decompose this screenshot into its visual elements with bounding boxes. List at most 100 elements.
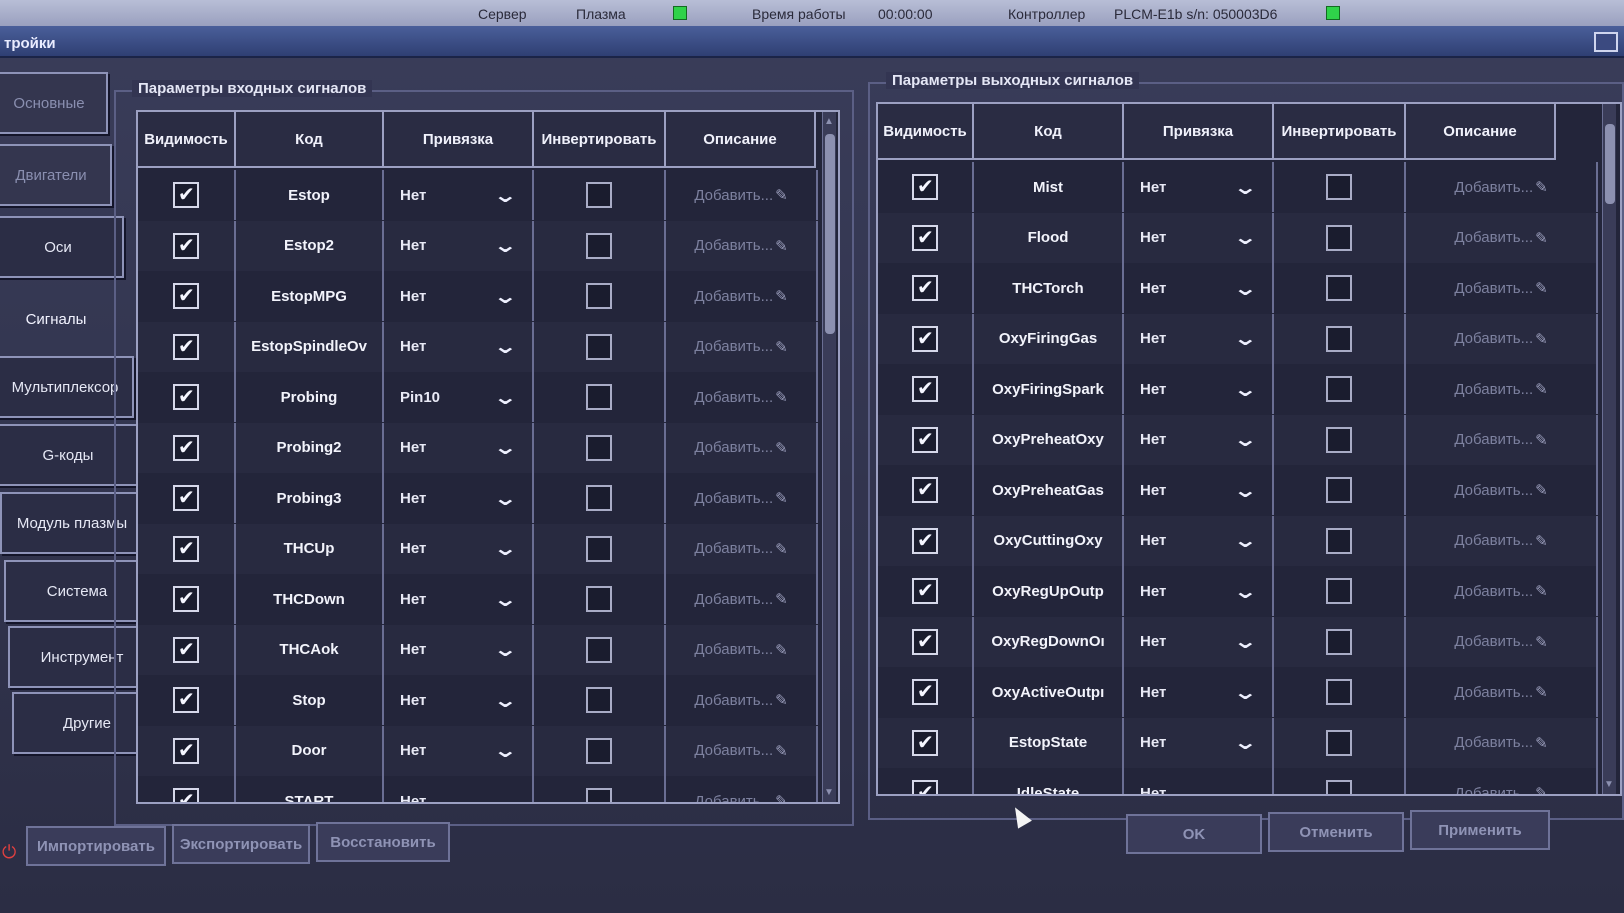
invert-checkbox[interactable] xyxy=(1326,780,1352,794)
pencil-icon[interactable]: ✎ xyxy=(1535,330,1548,348)
pencil-icon[interactable]: ✎ xyxy=(775,742,788,760)
cancel-button[interactable]: Отменить xyxy=(1268,812,1404,852)
binding-dropdown[interactable]: Нет ⌄ xyxy=(384,574,534,624)
description-cell[interactable]: Добавить... ✎ xyxy=(666,675,818,725)
chevron-down-icon[interactable]: ⌄ xyxy=(1233,427,1258,452)
visibility-checkbox[interactable] xyxy=(912,780,938,794)
restore-button[interactable]: Восстановить xyxy=(316,822,450,862)
invert-checkbox[interactable] xyxy=(586,687,612,713)
description-cell[interactable]: Добавить... ✎ xyxy=(1406,263,1598,313)
nav-item-signals[interactable]: Сигналы xyxy=(0,288,118,350)
invert-checkbox[interactable] xyxy=(1326,527,1352,554)
nav-item-motors[interactable]: Двигатели xyxy=(0,144,112,206)
visibility-checkbox[interactable] xyxy=(173,535,199,562)
visibility-checkbox[interactable] xyxy=(912,275,938,301)
chevron-down-icon[interactable]: ⌄ xyxy=(493,233,518,258)
chevron-down-icon[interactable]: ⌄ xyxy=(493,334,518,359)
binding-dropdown[interactable]: Нет ⌄ xyxy=(384,473,534,523)
chevron-down-icon[interactable]: ⌄ xyxy=(1233,326,1258,351)
chevron-down-icon[interactable]: ⌄ xyxy=(1233,730,1258,755)
binding-dropdown[interactable]: Нет ⌄ xyxy=(1124,212,1274,263)
visibility-checkbox[interactable] xyxy=(912,628,938,655)
pencil-icon[interactable]: ✎ xyxy=(1535,178,1548,196)
description-cell[interactable]: Добавить... ✎ xyxy=(666,372,818,422)
visibility-checkbox[interactable] xyxy=(173,485,199,511)
chevron-down-icon[interactable]: ⌄ xyxy=(493,385,518,410)
export-button[interactable]: Экспортировать xyxy=(172,824,310,864)
invert-checkbox[interactable] xyxy=(586,434,612,461)
description-cell[interactable]: Добавить... ✎ xyxy=(666,574,818,624)
invert-checkbox[interactable] xyxy=(586,535,612,562)
chevron-down-icon[interactable]: ⌄ xyxy=(493,183,518,208)
nav-item-main[interactable]: Основные xyxy=(0,72,108,134)
pencil-icon[interactable]: ✎ xyxy=(775,338,788,356)
pencil-icon[interactable]: ✎ xyxy=(1535,481,1548,499)
visibility-checkbox[interactable] xyxy=(173,434,199,461)
chevron-down-icon[interactable]: ⌄ xyxy=(1233,528,1258,553)
description-cell[interactable]: Добавить... ✎ xyxy=(666,725,818,776)
binding-dropdown[interactable]: Нет ⌄ xyxy=(1124,768,1274,794)
invert-checkbox[interactable] xyxy=(586,182,612,208)
invert-checkbox[interactable] xyxy=(1326,477,1352,503)
binding-dropdown[interactable]: Нет ⌄ xyxy=(1124,414,1274,465)
import-button[interactable]: Импортировать xyxy=(26,826,166,866)
pencil-icon[interactable]: ✎ xyxy=(775,590,788,608)
visibility-checkbox[interactable] xyxy=(912,729,938,756)
binding-dropdown[interactable]: Нет ⌄ xyxy=(1124,263,1274,313)
invert-checkbox[interactable] xyxy=(586,586,612,612)
visibility-checkbox[interactable] xyxy=(912,224,938,251)
binding-dropdown[interactable]: Нет ⌄ xyxy=(1124,717,1274,768)
invert-checkbox[interactable] xyxy=(1326,325,1352,352)
invert-checkbox[interactable] xyxy=(586,283,612,309)
visibility-checkbox[interactable] xyxy=(912,578,938,604)
scroll-up-icon[interactable]: ▲ xyxy=(824,116,834,127)
pencil-icon[interactable]: ✎ xyxy=(775,237,788,255)
description-cell[interactable]: Добавить... ✎ xyxy=(1406,717,1598,768)
binding-dropdown[interactable]: Нет ⌄ xyxy=(384,725,534,776)
pencil-icon[interactable]: ✎ xyxy=(1535,380,1548,398)
nav-item-axes[interactable]: Оси xyxy=(0,216,124,278)
pencil-icon[interactable]: ✎ xyxy=(775,641,788,659)
visibility-checkbox[interactable] xyxy=(173,283,199,309)
scroll-thumb[interactable] xyxy=(1605,124,1615,204)
chevron-down-icon[interactable]: ⌄ xyxy=(1233,276,1258,301)
description-cell[interactable]: Добавить... ✎ xyxy=(666,422,818,473)
binding-dropdown[interactable]: Нет ⌄ xyxy=(1124,313,1274,364)
invert-checkbox[interactable] xyxy=(586,232,612,259)
binding-dropdown[interactable]: Нет ⌄ xyxy=(1124,566,1274,616)
invert-checkbox[interactable] xyxy=(586,333,612,360)
pencil-icon[interactable]: ✎ xyxy=(1535,279,1548,297)
output-table-scrollbar[interactable]: ▼ xyxy=(1602,104,1616,794)
visibility-checkbox[interactable] xyxy=(173,636,199,663)
chevron-down-icon[interactable]: ⌄ xyxy=(1233,377,1258,402)
visibility-checkbox[interactable] xyxy=(912,679,938,705)
invert-checkbox[interactable] xyxy=(586,636,612,663)
binding-dropdown[interactable]: Нет ⌄ xyxy=(384,523,534,574)
visibility-checkbox[interactable] xyxy=(173,586,199,612)
chevron-down-icon[interactable]: ⌄ xyxy=(493,637,518,662)
power-icon[interactable]: ⏻ xyxy=(2,842,16,863)
visibility-checkbox[interactable] xyxy=(173,788,199,802)
invert-checkbox[interactable] xyxy=(586,788,612,802)
description-cell[interactable]: Добавить... ✎ xyxy=(666,321,818,372)
visibility-checkbox[interactable] xyxy=(912,477,938,503)
invert-checkbox[interactable] xyxy=(586,737,612,764)
binding-dropdown[interactable]: Нет ⌄ xyxy=(1124,465,1274,515)
description-cell[interactable]: Добавить... ✎ xyxy=(1406,768,1598,794)
description-cell[interactable]: Добавить... ✎ xyxy=(1406,465,1598,515)
pencil-icon[interactable]: ✎ xyxy=(775,287,788,305)
pencil-icon[interactable]: ✎ xyxy=(1535,431,1548,449)
pencil-icon[interactable]: ✎ xyxy=(1535,784,1548,794)
chevron-down-icon[interactable]: ⌄ xyxy=(1233,629,1258,654)
visibility-checkbox[interactable] xyxy=(912,376,938,402)
ok-button[interactable]: OK xyxy=(1126,814,1262,854)
invert-checkbox[interactable] xyxy=(1326,679,1352,705)
description-cell[interactable]: Добавить... ✎ xyxy=(666,523,818,574)
binding-dropdown[interactable]: Нет ⌄ xyxy=(1124,364,1274,414)
description-cell[interactable]: Добавить... ✎ xyxy=(1406,515,1598,566)
maximize-button[interactable] xyxy=(1594,32,1618,52)
binding-dropdown[interactable]: Нет ⌄ xyxy=(1124,667,1274,717)
description-cell[interactable]: Добавить... ✎ xyxy=(1406,667,1598,717)
chevron-down-icon[interactable]: ⌄ xyxy=(1233,478,1258,503)
description-cell[interactable]: Добавить... ✎ xyxy=(666,170,818,220)
